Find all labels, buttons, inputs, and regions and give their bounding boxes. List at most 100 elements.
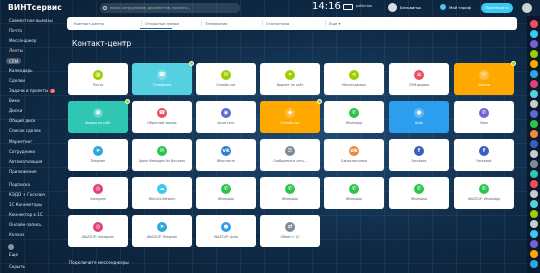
menu-item[interactable]: Онлайн-запись — [9, 222, 42, 227]
user-name[interactable]: Бельвиньк — [400, 5, 421, 10]
workday-flag-icon[interactable] — [343, 4, 353, 10]
tab-item[interactable]: Открытые линии — [145, 21, 179, 26]
right-panel-avatar[interactable] — [529, 120, 538, 128]
tab-item[interactable]: Телефония — [205, 21, 227, 26]
connector-tile[interactable]: ✆ WAZZUP: WhatsApp — [454, 177, 514, 209]
connector-tile[interactable]: ☰ Сообщения в сеть... — [260, 139, 320, 171]
connector-tile[interactable]: ◆ Онлайн-чат — [260, 99, 322, 133]
connector-tile[interactable]: ✆ WhatsApp — [324, 101, 384, 133]
connector-tile[interactable]: ☎ Обратный звонок — [132, 101, 192, 133]
whatsapp-3-icon: ✆ — [285, 184, 295, 194]
connector-tile[interactable]: ✆ WhatsApp — [324, 177, 384, 209]
connector-tile[interactable]: ▣ Формы на сайт — [68, 99, 130, 133]
menu-item[interactable]: КЭДО + Госключ — [9, 192, 45, 197]
connector-tile[interactable]: ☏ Звонки — [454, 61, 516, 95]
connector-tile[interactable]: ☁ Bitrix24.Network — [132, 177, 192, 209]
right-panel-avatar[interactable] — [529, 220, 538, 228]
tab-item[interactable]: Статистика — [266, 21, 289, 26]
tab-item[interactable]: Еще ▾ — [329, 21, 340, 26]
connector-tile[interactable]: ✆ WhatsApp — [389, 177, 449, 209]
right-panel-avatar[interactable] — [529, 200, 538, 208]
connector-tile[interactable]: ● Avito — [389, 101, 449, 133]
connector-tile[interactable]: ➤ WAZZUP: Telegram — [132, 215, 192, 247]
right-panel-avatar[interactable] — [529, 30, 538, 38]
right-panel-avatar[interactable] — [529, 60, 538, 68]
right-panel-avatar[interactable] — [529, 20, 538, 28]
menu-item[interactable]: Коннектор к 1С — [9, 212, 43, 217]
right-panel-avatar[interactable] — [529, 260, 538, 268]
menu-item[interactable]: Скрыть — [9, 264, 25, 269]
right-panel-avatar[interactable] — [529, 40, 538, 48]
right-panel-avatar[interactable] — [529, 50, 538, 58]
search-input[interactable]: поиск сотрудников, документов, прочего..… — [100, 3, 240, 13]
menu-item[interactable]: Список сделок — [9, 128, 41, 133]
right-panel-avatar[interactable] — [529, 180, 538, 188]
menu-item[interactable]: CRM — [6, 58, 22, 64]
menu-item[interactable]: Сотрудники — [9, 149, 35, 154]
connector-tile[interactable]: vk ВКонтакте — [196, 139, 256, 171]
menu-item[interactable]: Диски — [9, 108, 22, 113]
right-panel-avatar[interactable] — [529, 110, 538, 118]
avatar[interactable] — [388, 3, 397, 12]
menu-item[interactable]: Подписка — [9, 182, 30, 187]
connector-tile[interactable]: f Facebook — [389, 139, 449, 171]
favorite-star-icon[interactable]: ☆ — [121, 39, 127, 47]
connector-tile[interactable]: @ Почта — [68, 63, 128, 95]
connector-tile[interactable]: ✆ WhatsApp — [196, 177, 256, 209]
connector-label: Почта — [92, 83, 104, 87]
right-panel-avatar[interactable] — [529, 100, 538, 108]
right-panel-avatar[interactable] — [529, 250, 538, 258]
clock[interactable]: 14:16 — [312, 1, 341, 12]
connector-tile[interactable]: ✉ Онлайн-чат — [196, 63, 256, 95]
menu-item[interactable]: Еще — [9, 252, 18, 257]
connector-tile[interactable]: ≡ CRM-формы — [389, 63, 449, 95]
right-panel-avatar[interactable] — [529, 230, 538, 238]
menu-item[interactable]: Приложения — [9, 169, 36, 174]
connector-tile[interactable]: ✉ Apple Messages for Business — [132, 139, 192, 171]
right-panel-avatar[interactable] — [529, 210, 538, 218]
right-panel-avatar[interactable] — [529, 70, 538, 78]
right-panel-avatar[interactable] — [529, 90, 538, 98]
menu-item[interactable]: Автоматизация — [9, 159, 42, 164]
right-panel-avatar[interactable] — [529, 160, 538, 168]
menu-item[interactable]: Колхоз — [9, 232, 24, 237]
menu-item[interactable]: Календарь — [9, 68, 33, 73]
menu-item[interactable]: Почта — [9, 28, 22, 33]
settings-icon[interactable] — [8, 244, 14, 250]
connector-tile[interactable]: ⇄ Обмен с 1С — [260, 215, 320, 247]
right-panel-avatar[interactable] — [529, 130, 538, 138]
menu-item[interactable]: Маркетинг — [9, 139, 33, 144]
right-panel-avatar[interactable] — [529, 240, 538, 248]
connector-tile[interactable]: f Facebook — [454, 139, 514, 171]
menu-item[interactable]: 1С Коннекторы — [9, 202, 42, 207]
right-panel-avatar[interactable] — [529, 190, 538, 198]
right-panel-avatar[interactable] — [529, 80, 538, 88]
menu-item[interactable]: Общий диск — [9, 118, 35, 123]
connector-tile[interactable]: ✦ Виджет на сайт — [260, 63, 320, 95]
menu-item-label: Приложения — [9, 169, 37, 174]
connector-tile[interactable]: < Мессенджеры — [324, 63, 384, 95]
help-icon[interactable] — [522, 3, 532, 13]
connector-tile[interactable]: ◉ Ассистент — [196, 101, 256, 133]
menu-item[interactable]: Вики — [9, 98, 20, 103]
connector-tile[interactable]: ◎ WAZZUP: Instagram — [68, 215, 128, 247]
invite-button[interactable]: Пригласить — [481, 3, 513, 13]
my-plan-link[interactable]: Мой тариф — [449, 5, 471, 10]
menu-item[interactable]: Совместное вымазы — [9, 18, 53, 23]
connector-tile[interactable]: ✆ Viber — [454, 101, 514, 133]
connector-tile[interactable]: ok Одноклассники — [324, 139, 384, 171]
connector-tile[interactable]: ☎ Телефония — [132, 61, 194, 95]
menu-item[interactable]: Задачи и проекты 2 — [9, 88, 56, 93]
right-panel-avatar[interactable] — [529, 140, 538, 148]
connector-tile[interactable]: ● WAZZUP: Avito — [196, 215, 256, 247]
tab-item[interactable]: Контакт-центр — [74, 21, 104, 26]
logo[interactable]: ВИНТсервис — [8, 3, 62, 12]
menu-item[interactable]: Сделки — [9, 78, 25, 83]
connector-tile[interactable]: ➤ Telegram — [68, 139, 128, 171]
connector-tile[interactable]: ✆ WhatsApp — [260, 177, 320, 209]
menu-item[interactable]: Мессенджер — [9, 38, 36, 43]
connector-tile[interactable]: ◎ Instagram — [68, 177, 128, 209]
right-panel-avatar[interactable] — [529, 150, 538, 158]
right-panel-avatar[interactable] — [529, 170, 538, 178]
menu-item[interactable]: Ленты — [9, 48, 23, 53]
